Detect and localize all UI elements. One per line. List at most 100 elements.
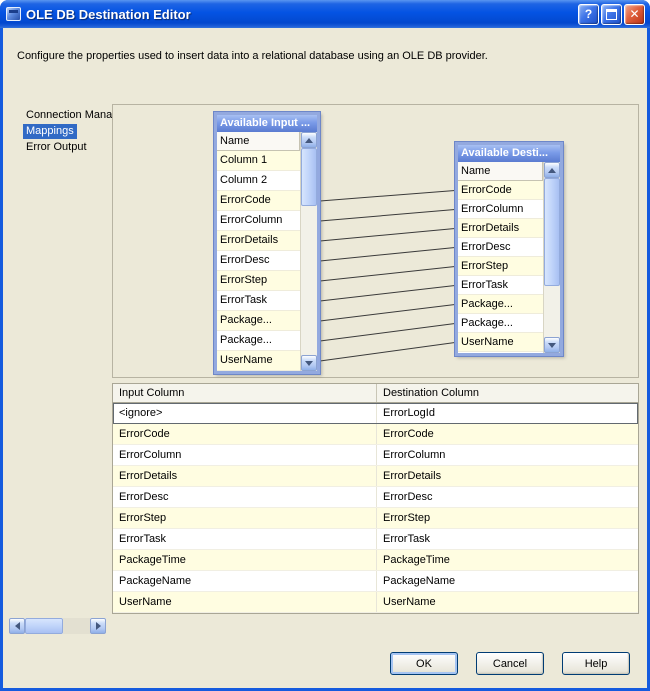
help-button[interactable]: Help: [562, 652, 630, 675]
destination-list-item[interactable]: Package...: [458, 314, 543, 333]
titlebar[interactable]: OLE DB Destination Editor ? ✕: [0, 0, 650, 28]
scroll-up-icon: [305, 137, 313, 143]
vertical-scrollbar-thumb[interactable]: [301, 148, 317, 206]
destination-column-cell[interactable]: PackageTime: [377, 550, 638, 570]
input-list-item[interactable]: Package...: [217, 331, 300, 351]
input-column-cell[interactable]: ErrorDesc: [113, 487, 377, 507]
mapping-panel: Available Input ... Name Column 1 Column …: [112, 104, 639, 378]
destination-column-cell[interactable]: ErrorStep: [377, 508, 638, 528]
input-column-header[interactable]: Input Column: [113, 384, 377, 402]
close-button[interactable]: ✕: [624, 3, 645, 25]
maximize-icon: [606, 8, 617, 20]
question-mark-icon: ?: [584, 7, 593, 21]
input-list-rows: Column 1 Column 2 ErrorCode ErrorColumn Erro…: [217, 151, 300, 371]
destination-list-item[interactable]: ErrorDetails: [458, 219, 543, 238]
mapping-table-header: Input Column Destination Column: [113, 384, 638, 403]
destination-column-cell[interactable]: ErrorCode: [377, 424, 638, 444]
table-row[interactable]: UserName UserName: [113, 592, 638, 613]
window-title: OLE DB Destination Editor: [26, 6, 191, 22]
vertical-scrollbar-thumb[interactable]: [544, 178, 560, 286]
destination-list-item[interactable]: ErrorStep: [458, 257, 543, 276]
table-row[interactable]: ErrorTask ErrorTask: [113, 529, 638, 550]
destination-column-header[interactable]: Destination Column: [377, 384, 638, 402]
dest-list-rows: ErrorCode ErrorColumn ErrorDetails ErrorDes…: [458, 181, 543, 353]
input-list-item[interactable]: ErrorDesc: [217, 251, 300, 271]
input-list-item[interactable]: Column 2: [217, 171, 300, 191]
scroll-up-button[interactable]: [544, 162, 560, 178]
scroll-left-icon: [14, 622, 20, 630]
input-list-item[interactable]: ErrorCode: [217, 191, 300, 211]
sidebar-item-mappings[interactable]: Mappings: [23, 124, 77, 139]
table-row[interactable]: PackageTime PackageTime: [113, 550, 638, 571]
input-column-cell[interactable]: ErrorTask: [113, 529, 377, 549]
destination-column-cell[interactable]: ErrorDesc: [377, 487, 638, 507]
table-row[interactable]: ErrorCode ErrorCode: [113, 424, 638, 445]
cancel-button[interactable]: Cancel: [476, 652, 544, 675]
scroll-down-button[interactable]: [544, 337, 560, 353]
footer-buttons: OK Cancel Help: [390, 652, 630, 675]
destination-column-cell[interactable]: ErrorTask: [377, 529, 638, 549]
destination-list-item[interactable]: ErrorColumn: [458, 200, 543, 219]
input-column-cell[interactable]: <ignore>: [113, 403, 377, 423]
scroll-left-button[interactable]: [9, 618, 25, 634]
input-list-item[interactable]: ErrorStep: [217, 271, 300, 291]
mapping-table: Input Column Destination Column <ignore>…: [112, 383, 639, 614]
scroll-right-icon: [95, 622, 101, 630]
input-list-item[interactable]: ErrorTask: [217, 291, 300, 311]
sidebar-item-error-output[interactable]: Error Output: [23, 140, 90, 155]
dialog-window: OLE DB Destination Editor ? ✕ Configure …: [0, 0, 650, 691]
sidebar-horizontal-scrollbar[interactable]: [9, 618, 106, 634]
destination-column-cell[interactable]: UserName: [377, 592, 638, 612]
destination-column-cell[interactable]: PackageName: [377, 571, 638, 591]
destination-column-cell[interactable]: ErrorLogId: [377, 403, 638, 423]
destination-list-item[interactable]: ErrorCode: [458, 181, 543, 200]
destination-list-item[interactable]: ErrorTask: [458, 276, 543, 295]
destination-list-item[interactable]: UserName: [458, 333, 543, 352]
vertical-scrollbar-track[interactable]: [301, 206, 317, 355]
input-column-cell[interactable]: ErrorDetails: [113, 466, 377, 486]
input-list-item[interactable]: UserName: [217, 351, 300, 371]
dest-list-name-header: Name: [458, 162, 543, 181]
dialog-client-area: Configure the properties used to insert …: [3, 28, 647, 688]
input-column-cell[interactable]: ErrorCode: [113, 424, 377, 444]
destination-column-cell[interactable]: ErrorDetails: [377, 466, 638, 486]
scroll-up-icon: [548, 167, 556, 173]
scroll-right-button[interactable]: [90, 618, 106, 634]
vertical-scrollbar-track[interactable]: [544, 286, 560, 337]
input-list-item[interactable]: ErrorColumn: [217, 211, 300, 231]
ok-button[interactable]: OK: [390, 652, 458, 675]
dest-list-scrollbar[interactable]: [543, 162, 560, 353]
input-column-cell[interactable]: PackageName: [113, 571, 377, 591]
destination-list-item[interactable]: ErrorDesc: [458, 238, 543, 257]
mapping-table-body: <ignore> ErrorLogId ErrorCode ErrorCode Erro…: [113, 403, 638, 613]
scroll-down-button[interactable]: [301, 355, 317, 371]
destination-list-item[interactable]: Package...: [458, 295, 543, 314]
table-row[interactable]: PackageName PackageName: [113, 571, 638, 592]
input-list-name-header: Name: [217, 132, 300, 151]
titlebar-help-button[interactable]: ?: [578, 3, 599, 25]
input-list-item[interactable]: Column 1: [217, 151, 300, 171]
input-list-item[interactable]: Package...: [217, 311, 300, 331]
input-column-cell[interactable]: ErrorStep: [113, 508, 377, 528]
available-input-title: Available Input ...: [217, 115, 317, 132]
input-list-item[interactable]: ErrorDetails: [217, 231, 300, 251]
maximize-button[interactable]: [601, 3, 622, 25]
table-row[interactable]: ErrorDetails ErrorDetails: [113, 466, 638, 487]
table-row[interactable]: ErrorColumn ErrorColumn: [113, 445, 638, 466]
horizontal-scrollbar-track[interactable]: [63, 618, 90, 634]
table-row[interactable]: ErrorStep ErrorStep: [113, 508, 638, 529]
table-row[interactable]: ErrorDesc ErrorDesc: [113, 487, 638, 508]
sidebar: Connection Manager Mappings Error Output: [9, 104, 128, 634]
scroll-down-icon: [548, 342, 556, 348]
scroll-up-button[interactable]: [301, 132, 317, 148]
destination-column-cell[interactable]: ErrorColumn: [377, 445, 638, 465]
input-column-cell[interactable]: ErrorColumn: [113, 445, 377, 465]
horizontal-scrollbar-thumb[interactable]: [25, 618, 63, 634]
dialog-description: Configure the properties used to insert …: [17, 50, 488, 62]
available-dest-title: Available Desti...: [458, 145, 560, 162]
input-column-cell[interactable]: PackageTime: [113, 550, 377, 570]
available-input-box: Available Input ... Name Column 1 Column …: [213, 111, 321, 375]
input-list-scrollbar[interactable]: [300, 132, 317, 371]
table-row[interactable]: <ignore> ErrorLogId: [113, 403, 638, 424]
input-column-cell[interactable]: UserName: [113, 592, 377, 612]
